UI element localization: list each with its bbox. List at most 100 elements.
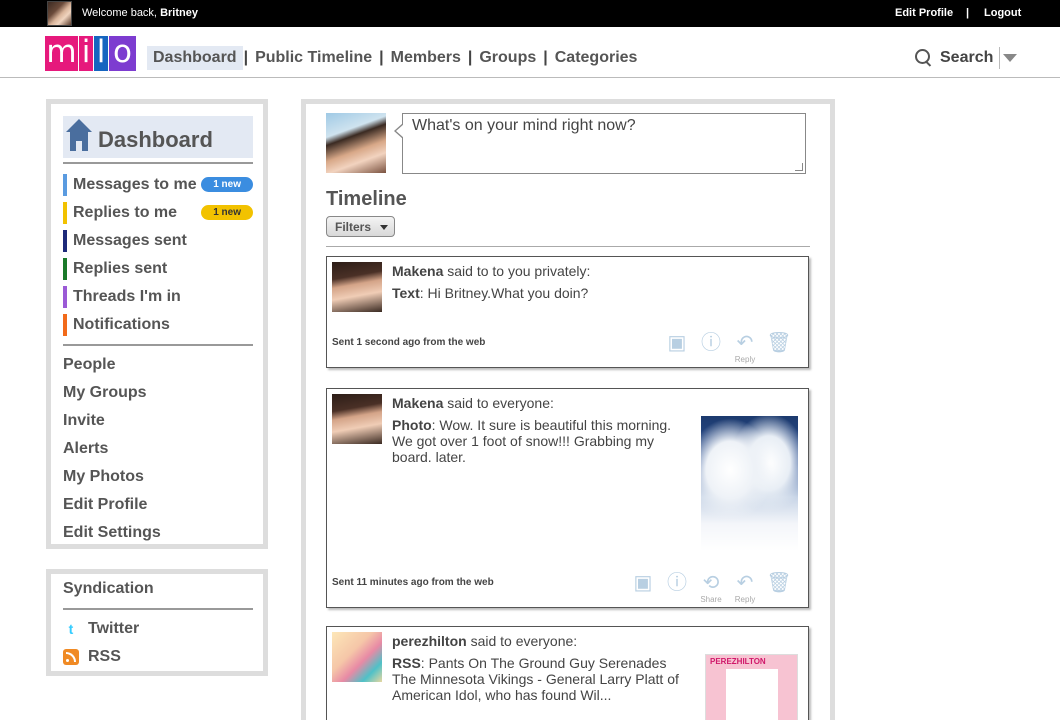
sidebar-item-people[interactable]: People [63, 354, 253, 376]
main-panel: What's on your mind right now? Timeline … [301, 99, 835, 720]
status-input[interactable]: What's on your mind right now? [402, 113, 806, 174]
nav-members[interactable]: Members [385, 46, 467, 70]
post-photo[interactable] [701, 416, 798, 551]
syndication-twitter-link[interactable]: t Twitter [63, 620, 140, 638]
logout-link[interactable]: Logout [984, 7, 1021, 19]
chevron-down-icon [380, 225, 388, 230]
syndication-rss-link[interactable]: RSS [63, 648, 121, 666]
logo-letter-o: o [109, 36, 136, 71]
reply-icon: ↶ [736, 572, 754, 594]
sidebar-item-label: Replies to me [73, 204, 178, 221]
sidebar-item-invite[interactable]: Invite [63, 410, 253, 432]
filters-label: Filters [335, 220, 372, 234]
reply-button[interactable]: ↶ Reply [728, 331, 762, 365]
syndication-title: Syndication [63, 580, 154, 597]
sidebar-item-label: Messages sent [73, 232, 187, 249]
post-meta: Makena said to everyone: [392, 395, 554, 411]
author-name[interactable]: Makena [392, 263, 443, 279]
color-stripe [63, 202, 67, 224]
post-text: : Wow. It sure is beautiful this morning… [392, 417, 672, 465]
welcome-prefix: Welcome back, [82, 7, 157, 19]
author-avatar[interactable] [332, 394, 382, 444]
author-name[interactable]: perezhilton [392, 633, 467, 649]
post-link-thumbnail[interactable]: PEREZHILTON [705, 654, 798, 720]
reply-button[interactable]: ↶ Reply [728, 571, 762, 605]
profile-card-button[interactable]: ▣ [660, 331, 694, 365]
rss-icon [63, 649, 79, 665]
logo-letter-i: i [79, 36, 93, 71]
sidebar-item-edit-profile[interactable]: Edit Profile [63, 494, 253, 516]
new-count-badge: 1 new [201, 177, 253, 192]
syndication-item-label: Twitter [88, 620, 140, 637]
post-timestamp: Sent 11 minutes ago from the web [332, 577, 494, 588]
post-meta: Makena said to to you privately: [392, 263, 590, 279]
edit-profile-link[interactable]: Edit Profile [895, 7, 953, 19]
delete-button[interactable]: 🗑 [762, 331, 796, 365]
author-avatar[interactable] [332, 632, 382, 682]
post-meta: perezhilton said to everyone: [392, 633, 577, 649]
delete-button[interactable]: 🗑 [762, 571, 796, 605]
sidebar-item-messages-sent[interactable]: Messages sent [63, 230, 253, 252]
share-icon: ⟲ [702, 572, 720, 594]
sidebar-item-messages-to-me[interactable]: Messages to me 1 new [63, 174, 253, 196]
sidebar-item-replies-to-me[interactable]: Replies to me 1 new [63, 202, 253, 224]
post-actions: ▣ ⓘ ↶ Reply 🗑 [660, 331, 796, 365]
chevron-down-icon[interactable] [1003, 54, 1018, 62]
welcome-message: Welcome back, Britney [82, 7, 198, 19]
sidebar-item-label: Messages to me [73, 176, 197, 193]
color-stripe [63, 314, 67, 336]
filters-dropdown[interactable]: Filters [326, 216, 395, 237]
post-body: Text: Hi Britney.What you doin? [392, 285, 792, 301]
post-body: Photo: Wow. It sure is beautiful this mo… [392, 417, 692, 465]
timeline-post: Makena said to everyone: Photo: Wow. It … [326, 388, 809, 608]
sidebar-item-notifications[interactable]: Notifications [63, 314, 253, 336]
sidebar-item-alerts[interactable]: Alerts [63, 438, 253, 460]
post-audience: said to everyone: [447, 395, 554, 411]
timeline-divider [326, 246, 810, 247]
info-icon: ⓘ [701, 332, 721, 354]
user-avatar[interactable] [47, 1, 72, 26]
sidebar-divider [63, 162, 253, 164]
share-button[interactable]: ⟲ Share [694, 571, 728, 605]
trash-icon: 🗑 [766, 572, 792, 594]
info-button[interactable]: ⓘ [694, 331, 728, 365]
timeline-post: perezhilton said to everyone: RSS: Pants… [326, 626, 809, 720]
author-name[interactable]: Makena [392, 395, 443, 411]
search-button[interactable]: Search [914, 47, 1018, 69]
info-button[interactable]: ⓘ [660, 571, 694, 605]
nav-public-timeline[interactable]: Public Timeline [249, 46, 378, 70]
sidebar-item-my-groups[interactable]: My Groups [63, 382, 253, 404]
syndication-divider [63, 608, 253, 610]
search-label: Search [940, 49, 994, 66]
search-divider [999, 47, 1001, 69]
resize-grip-icon[interactable] [795, 163, 803, 171]
home-icon [66, 119, 92, 151]
post-type-label: Text [392, 285, 420, 301]
author-avatar[interactable] [332, 262, 382, 312]
main-nav: Dashboard | Public Timeline | Members | … [147, 46, 643, 70]
color-stripe [63, 174, 67, 196]
sidebar-item-edit-settings[interactable]: Edit Settings [63, 522, 253, 544]
nav-categories[interactable]: Categories [549, 46, 644, 70]
logo-letter-l: l [94, 36, 108, 71]
nav-dashboard[interactable]: Dashboard [147, 46, 243, 70]
sidebar-item-my-photos[interactable]: My Photos [63, 466, 253, 488]
post-type-label: RSS [392, 655, 421, 671]
sidebar-item-label: Notifications [73, 316, 170, 333]
color-stripe [63, 258, 67, 280]
syndication-item-label: RSS [88, 648, 121, 665]
sidebar-item-threads[interactable]: Threads I'm in [63, 286, 253, 308]
sidebar: Dashboard Messages to me 1 new Replies t… [46, 99, 268, 549]
twitter-icon: t [68, 621, 74, 637]
trash-icon: 🗑 [766, 332, 792, 354]
header: m i l o Dashboard | Public Timeline | Me… [0, 27, 1060, 78]
thumbnail-page [726, 669, 778, 720]
reply-icon: ↶ [736, 332, 754, 354]
topbar-separator: | [966, 7, 970, 19]
sidebar-item-label: Threads I'm in [73, 288, 181, 305]
sidebar-divider [63, 344, 253, 346]
nav-groups[interactable]: Groups [473, 46, 542, 70]
sidebar-item-replies-sent[interactable]: Replies sent [63, 258, 253, 280]
milo-logo[interactable]: m i l o [45, 36, 136, 71]
profile-card-button[interactable]: ▣ [626, 571, 660, 605]
